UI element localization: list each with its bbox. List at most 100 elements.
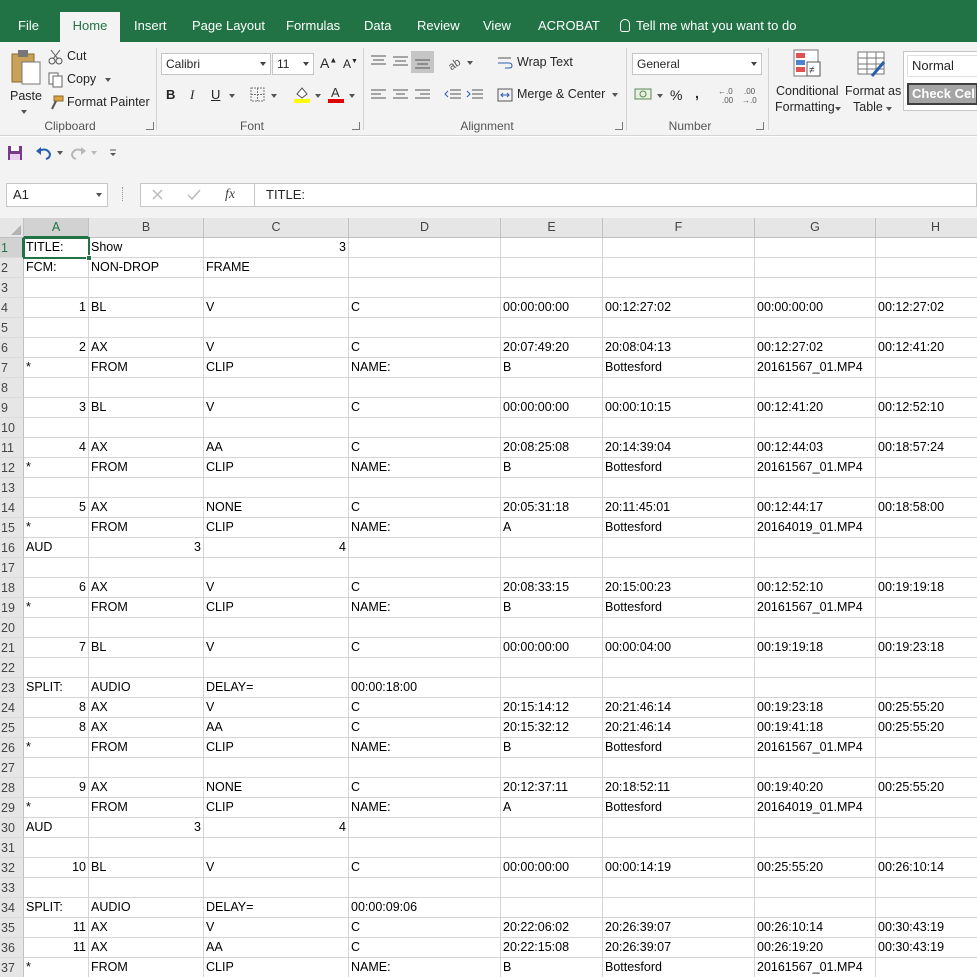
cell-d23[interactable]: 00:00:18:00 xyxy=(349,678,501,698)
cell-h8[interactable] xyxy=(876,378,977,398)
cell-f13[interactable] xyxy=(603,478,755,498)
cell-b27[interactable] xyxy=(89,758,204,778)
column-header-a[interactable]: A xyxy=(24,218,89,238)
cell-b7[interactable]: FROM xyxy=(89,358,204,378)
row-header-6[interactable]: 6 xyxy=(0,338,24,358)
cell-a4[interactable]: 1 xyxy=(24,298,89,318)
row-header-11[interactable]: 11 xyxy=(0,438,24,458)
cell-d26[interactable]: NAME: xyxy=(349,738,501,758)
cell-d16[interactable] xyxy=(349,538,501,558)
cell-a15[interactable]: * xyxy=(24,518,89,538)
cell-c20[interactable] xyxy=(204,618,349,638)
cell-c24[interactable]: V xyxy=(204,698,349,718)
cell-g2[interactable] xyxy=(755,258,876,278)
cell-b12[interactable]: FROM xyxy=(89,458,204,478)
row-header-28[interactable]: 28 xyxy=(0,778,24,798)
cell-c31[interactable] xyxy=(204,838,349,858)
cell-b33[interactable] xyxy=(89,878,204,898)
alignment-launcher-icon[interactable] xyxy=(615,122,623,130)
cell-d28[interactable]: C xyxy=(349,778,501,798)
cell-g29[interactable]: 20164019_01.MP4 xyxy=(755,798,876,818)
format-painter-button[interactable]: Format Painter xyxy=(48,94,150,112)
cell-e19[interactable]: B xyxy=(501,598,603,618)
cell-g26[interactable]: 20161567_01.MP4 xyxy=(755,738,876,758)
cut-button[interactable]: Cut xyxy=(48,48,98,66)
cell-h5[interactable] xyxy=(876,318,977,338)
cell-e29[interactable]: A xyxy=(501,798,603,818)
cell-b18[interactable]: AX xyxy=(89,578,204,598)
cell-f20[interactable] xyxy=(603,618,755,638)
cell-f22[interactable] xyxy=(603,658,755,678)
cell-h18[interactable]: 00:19:19:18 xyxy=(876,578,977,598)
cell-b13[interactable] xyxy=(89,478,204,498)
cell-h3[interactable] xyxy=(876,278,977,298)
cell-f25[interactable]: 20:21:46:14 xyxy=(603,718,755,738)
cell-f17[interactable] xyxy=(603,558,755,578)
cell-f35[interactable]: 20:26:39:07 xyxy=(603,918,755,938)
cell-g25[interactable]: 00:19:41:18 xyxy=(755,718,876,738)
cell-a19[interactable]: * xyxy=(24,598,89,618)
number-launcher-icon[interactable] xyxy=(756,122,764,130)
cell-e9[interactable]: 00:00:00:00 xyxy=(501,398,603,418)
cell-e8[interactable] xyxy=(501,378,603,398)
cell-b17[interactable] xyxy=(89,558,204,578)
cell-g7[interactable]: 20161567_01.MP4 xyxy=(755,358,876,378)
row-header-34[interactable]: 34 xyxy=(0,898,24,918)
cell-f32[interactable]: 00:00:14:19 xyxy=(603,858,755,878)
cell-b26[interactable]: FROM xyxy=(89,738,204,758)
cell-f33[interactable] xyxy=(603,878,755,898)
cell-e21[interactable]: 00:00:00:00 xyxy=(501,638,603,658)
cell-b21[interactable]: BL xyxy=(89,638,204,658)
cell-b22[interactable] xyxy=(89,658,204,678)
row-header-8[interactable]: 8 xyxy=(0,378,24,398)
cell-d17[interactable] xyxy=(349,558,501,578)
cell-b9[interactable]: BL xyxy=(89,398,204,418)
cell-a27[interactable] xyxy=(24,758,89,778)
row-header-22[interactable]: 22 xyxy=(0,658,24,678)
row-header-21[interactable]: 21 xyxy=(0,638,24,658)
cell-e27[interactable] xyxy=(501,758,603,778)
cell-d1[interactable] xyxy=(349,238,501,258)
tab-view[interactable]: View xyxy=(483,12,511,42)
cell-a9[interactable]: 3 xyxy=(24,398,89,418)
cell-b25[interactable]: AX xyxy=(89,718,204,738)
column-header-h[interactable]: H xyxy=(876,218,977,238)
cell-d21[interactable]: C xyxy=(349,638,501,658)
paste-button[interactable]: Paste xyxy=(8,48,42,118)
cell-c3[interactable] xyxy=(204,278,349,298)
cell-a30[interactable]: AUD xyxy=(24,818,89,838)
cell-e10[interactable] xyxy=(501,418,603,438)
tab-review[interactable]: Review xyxy=(417,12,460,42)
cell-c19[interactable]: CLIP xyxy=(204,598,349,618)
cell-b23[interactable]: AUDIO xyxy=(89,678,204,698)
cell-b32[interactable]: BL xyxy=(89,858,204,878)
cell-h17[interactable] xyxy=(876,558,977,578)
cell-d22[interactable] xyxy=(349,658,501,678)
cell-d29[interactable]: NAME: xyxy=(349,798,501,818)
cell-h36[interactable]: 00:30:43:19 xyxy=(876,938,977,958)
cell-c21[interactable]: V xyxy=(204,638,349,658)
cell-g3[interactable] xyxy=(755,278,876,298)
cell-d35[interactable]: C xyxy=(349,918,501,938)
cell-c8[interactable] xyxy=(204,378,349,398)
tab-formulas[interactable]: Formulas xyxy=(286,12,340,42)
cell-e24[interactable]: 20:15:14:12 xyxy=(501,698,603,718)
cell-d25[interactable]: C xyxy=(349,718,501,738)
cell-a37[interactable]: * xyxy=(24,958,89,977)
cell-e3[interactable] xyxy=(501,278,603,298)
cell-h13[interactable] xyxy=(876,478,977,498)
cell-d31[interactable] xyxy=(349,838,501,858)
row-header-25[interactable]: 25 xyxy=(0,718,24,738)
font-color-icon[interactable]: A xyxy=(327,85,345,103)
align-right-icon[interactable] xyxy=(414,88,432,102)
insert-function-button[interactable]: fx xyxy=(225,187,235,203)
tab-home[interactable]: Home xyxy=(60,12,120,42)
cell-c7[interactable]: CLIP xyxy=(204,358,349,378)
cell-h23[interactable] xyxy=(876,678,977,698)
cell-c5[interactable] xyxy=(204,318,349,338)
cell-h30[interactable] xyxy=(876,818,977,838)
cell-h37[interactable] xyxy=(876,958,977,977)
cell-g11[interactable]: 00:12:44:03 xyxy=(755,438,876,458)
cell-e35[interactable]: 20:22:06:02 xyxy=(501,918,603,938)
cell-f14[interactable]: 20:11:45:01 xyxy=(603,498,755,518)
